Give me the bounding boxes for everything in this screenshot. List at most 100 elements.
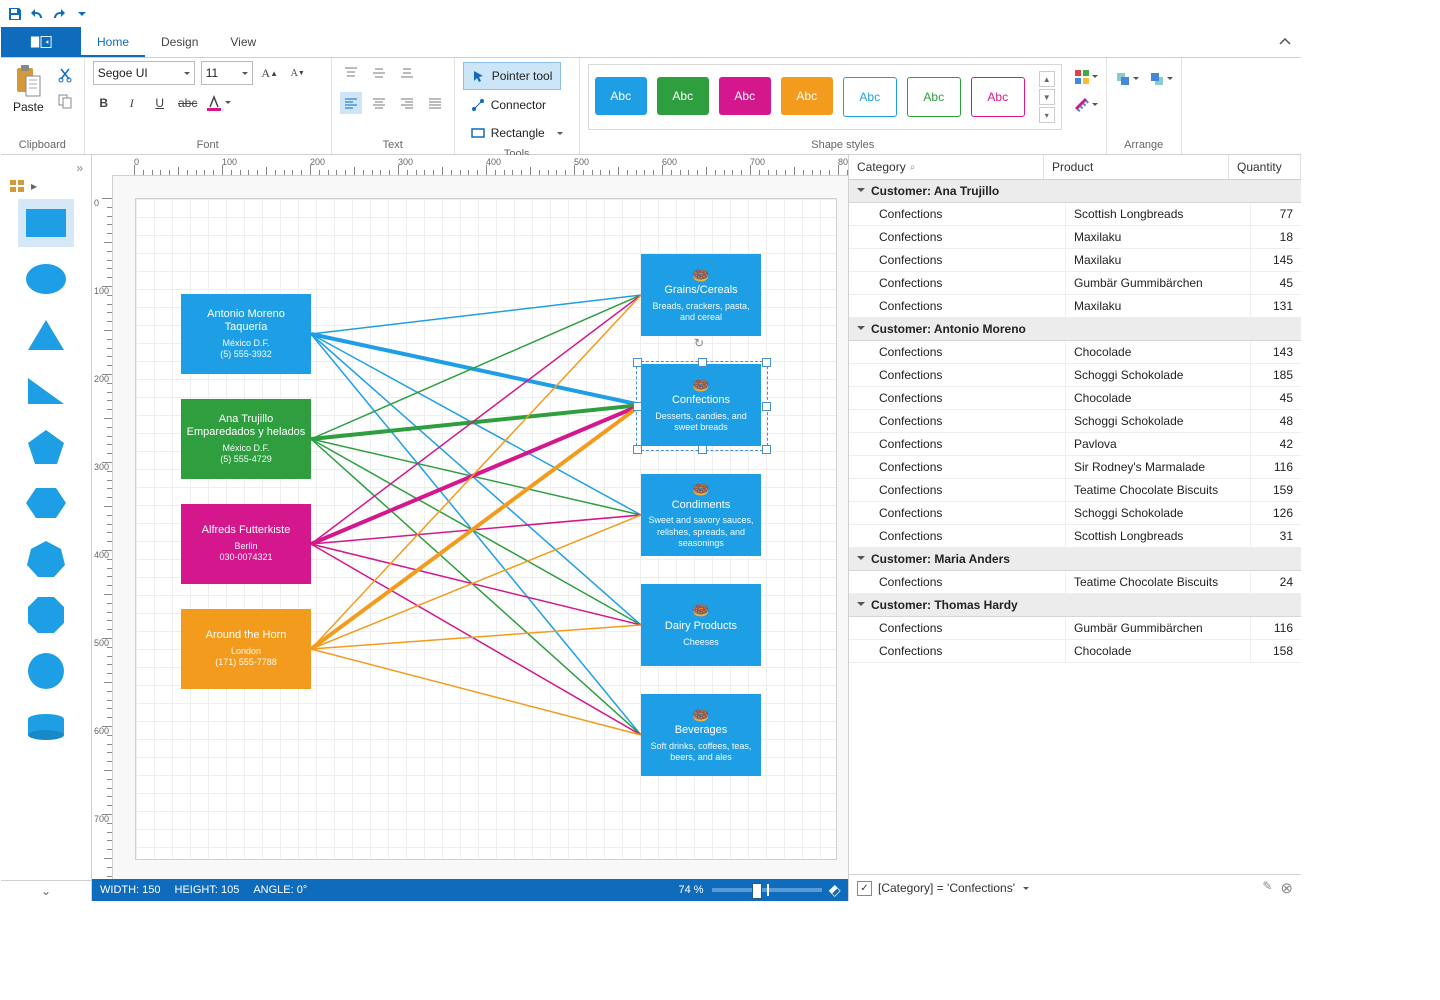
tab-view[interactable]: View (214, 27, 272, 57)
stencil-more-icon[interactable]: ⌄ (1, 880, 91, 901)
connector[interactable] (311, 295, 641, 439)
align-left-button[interactable] (340, 92, 362, 114)
table-row[interactable]: ConfectionsGumbär Gummibärchen116 (849, 617, 1301, 640)
connector[interactable] (311, 515, 641, 544)
table-row[interactable]: ConfectionsChocolade158 (849, 640, 1301, 663)
zoom-expand-icon[interactable]: ◧ (827, 882, 844, 899)
table-row[interactable]: ConfectionsSchoggi Schokolade185 (849, 364, 1301, 387)
group-header[interactable]: Customer: Ana Trujillo (849, 180, 1301, 203)
save-icon[interactable] (7, 6, 23, 22)
table-row[interactable]: ConfectionsGumbär Gummibärchen45 (849, 272, 1301, 295)
strike-button[interactable]: abc (177, 92, 199, 114)
connector[interactable] (311, 439, 641, 515)
filter-dropdown-icon[interactable] (1021, 881, 1029, 895)
grid-body[interactable]: Customer: Ana Trujillo ConfectionsScottis… (849, 180, 1301, 874)
app-button[interactable] (1, 27, 81, 57)
customer-node[interactable]: Around the HornLondon(171) 555-7788 (181, 609, 311, 689)
style-swatch-outline[interactable]: Abc (971, 77, 1025, 117)
shape-decagon[interactable] (18, 647, 74, 695)
rectangle-tool-button[interactable]: Rectangle (463, 120, 571, 146)
connector-tool-button[interactable]: Connector (463, 92, 554, 118)
shape-triangle[interactable] (18, 311, 74, 359)
tab-design[interactable]: Design (145, 27, 214, 57)
qat-customize-icon[interactable] (73, 6, 89, 22)
table-row[interactable]: ConfectionsSir Rodney's Marmalade116 (849, 456, 1301, 479)
category-node[interactable]: 🍩Grains/CerealsBreads, crackers, pasta, … (641, 254, 761, 336)
shape-pentagon[interactable] (18, 423, 74, 471)
font-name-select[interactable]: Segoe UI (93, 61, 195, 85)
connector[interactable] (311, 405, 641, 544)
connector[interactable] (311, 295, 641, 649)
shape-hexagon[interactable] (18, 479, 74, 527)
cut-button[interactable] (54, 64, 76, 86)
style-swatch-outline[interactable]: Abc (907, 77, 961, 117)
col-quantity[interactable]: Quantity (1229, 155, 1301, 179)
table-row[interactable]: ConfectionsMaxilaku131 (849, 295, 1301, 318)
col-product[interactable]: Product (1044, 155, 1229, 179)
shape-heptagon[interactable] (18, 535, 74, 583)
gallery-up-icon[interactable]: ▲ (1039, 71, 1055, 87)
clear-filter-icon[interactable]: ⊗ (1280, 879, 1293, 897)
group-header[interactable]: Customer: Thomas Hardy (849, 594, 1301, 617)
shape-style-gallery[interactable]: AbcAbcAbcAbcAbcAbcAbc ▲ ▼ ▾ (588, 64, 1062, 130)
customer-node[interactable]: Antonio Moreno TaqueríaMéxico D.F.(5) 55… (181, 294, 311, 374)
table-row[interactable]: ConfectionsSchoggi Schokolade48 (849, 410, 1301, 433)
selection-box[interactable]: ↻ (636, 361, 768, 451)
style-swatch[interactable]: Abc (595, 77, 647, 115)
redo-icon[interactable] (51, 6, 67, 22)
collapse-ribbon-icon[interactable] (1269, 27, 1301, 57)
stencil-picker[interactable]: ▸ (1, 177, 91, 195)
category-node[interactable]: 🍩Dairy ProductsCheeses (641, 584, 761, 666)
connector[interactable] (311, 439, 641, 735)
gallery-down-icon[interactable]: ▼ (1039, 89, 1055, 105)
shape-rectangle[interactable] (18, 199, 74, 247)
style-swatch[interactable]: Abc (719, 77, 771, 115)
group-header[interactable]: Customer: Maria Anders (849, 548, 1301, 571)
connector[interactable] (311, 405, 641, 439)
customer-node[interactable]: Alfreds FutterkisteBerlin030-0074321 (181, 504, 311, 584)
bring-forward-button[interactable] (1115, 68, 1139, 90)
table-row[interactable]: ConfectionsScottish Longbreads31 (849, 525, 1301, 548)
align-justify-button[interactable] (424, 92, 446, 114)
table-row[interactable]: ConfectionsMaxilaku18 (849, 226, 1301, 249)
gallery-more-icon[interactable]: ▾ (1039, 107, 1055, 123)
col-category[interactable]: Category (849, 155, 1044, 179)
send-backward-button[interactable] (1149, 68, 1173, 90)
shape-outline-button[interactable] (1074, 94, 1098, 116)
category-node[interactable]: 🍩BeveragesSoft drinks, coffees, teas, be… (641, 694, 761, 776)
connector[interactable] (311, 439, 641, 625)
zoom-slider[interactable] (712, 888, 822, 892)
style-swatch[interactable]: Abc (657, 77, 709, 115)
grow-font-button[interactable]: A▲ (259, 62, 281, 84)
table-row[interactable]: ConfectionsChocolade143 (849, 341, 1301, 364)
table-row[interactable]: ConfectionsMaxilaku145 (849, 249, 1301, 272)
shape-octagon[interactable] (18, 591, 74, 639)
connector[interactable] (311, 295, 641, 334)
connector[interactable] (311, 649, 641, 735)
undo-icon[interactable] (29, 6, 45, 22)
shape-fill-button[interactable] (1074, 66, 1098, 88)
connector[interactable] (311, 295, 641, 544)
paste-button[interactable]: Paste (9, 62, 48, 116)
group-header[interactable]: Customer: Antonio Moreno (849, 318, 1301, 341)
customer-node[interactable]: Ana Trujillo Emparedados y heladosMéxico… (181, 399, 311, 479)
shape-ellipse[interactable] (18, 255, 74, 303)
table-row[interactable]: ConfectionsChocolade45 (849, 387, 1301, 410)
align-middle-button[interactable] (368, 62, 390, 84)
shape-cylinder[interactable] (18, 703, 74, 751)
shrink-font-button[interactable]: A▼ (287, 62, 309, 84)
style-swatch-outline[interactable]: Abc (843, 77, 897, 117)
table-row[interactable]: ConfectionsTeatime Chocolate Biscuits159 (849, 479, 1301, 502)
diagram-canvas[interactable]: Antonio Moreno TaqueríaMéxico D.F.(5) 55… (113, 176, 848, 879)
font-size-select[interactable]: 11 (201, 61, 253, 85)
align-top-button[interactable] (340, 62, 362, 84)
align-bottom-button[interactable] (396, 62, 418, 84)
category-node[interactable]: 🍩CondimentsSweet and savory sauces, reli… (641, 474, 761, 556)
italic-button[interactable]: I (121, 92, 143, 114)
connector[interactable] (311, 544, 641, 735)
copy-button[interactable] (54, 90, 76, 112)
edit-filter-icon[interactable]: ✎ (1262, 879, 1272, 897)
align-right-button[interactable] (396, 92, 418, 114)
filter-checkbox[interactable]: ✓ (857, 881, 872, 896)
pointer-tool-button[interactable]: Pointer tool (463, 62, 562, 90)
